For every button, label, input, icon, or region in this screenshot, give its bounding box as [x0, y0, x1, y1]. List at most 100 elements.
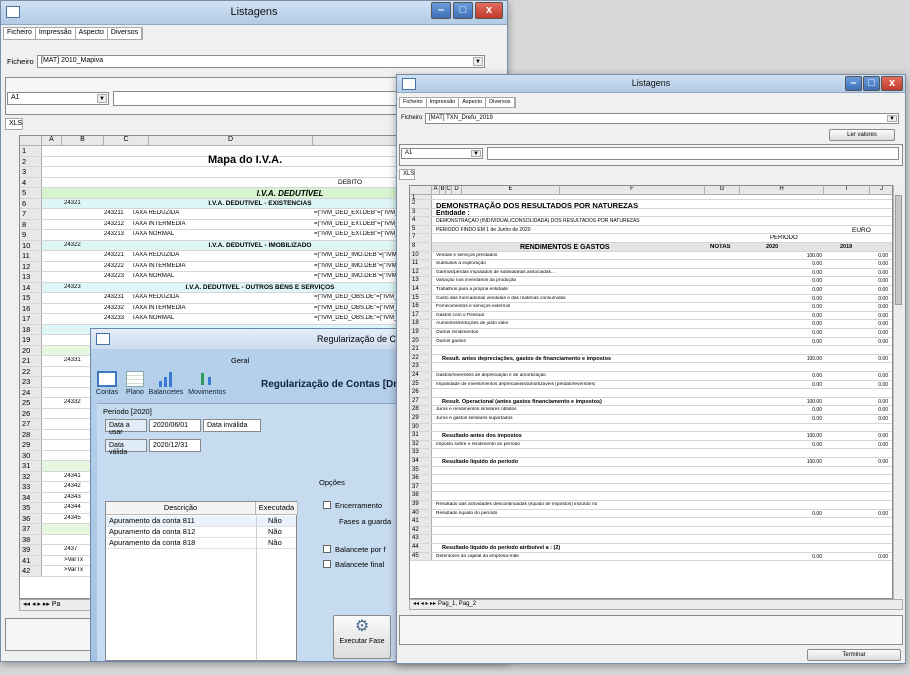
- row-number[interactable]: 18: [20, 324, 42, 334]
- row-number[interactable]: 35: [410, 466, 432, 475]
- row-number[interactable]: 39: [410, 501, 432, 509]
- chevron-down-icon[interactable]: ▼: [471, 150, 481, 157]
- chevron-down-icon[interactable]: ▼: [473, 57, 483, 66]
- column-header[interactable]: F: [560, 186, 705, 195]
- executar-fase-button[interactable]: ⚙ Executar Fase: [333, 615, 391, 659]
- icon-button-balancetes[interactable]: Balancetes: [147, 371, 185, 396]
- balancete-por-checkbox[interactable]: [323, 545, 331, 553]
- sheet-row[interactable]: 41: [410, 518, 892, 527]
- row-number[interactable]: 38: [20, 534, 42, 544]
- sheet-row[interactable]: 3 Entidade :: [410, 208, 892, 218]
- terminar-button[interactable]: Terminar: [807, 649, 901, 661]
- sheet-row[interactable]: 17 Gastos com o Pessoal 0.00 0.00: [410, 311, 892, 321]
- column-header[interactable]: A: [432, 186, 440, 195]
- xls-tab[interactable]: XLS: [399, 169, 415, 180]
- column-header[interactable]: D: [149, 136, 313, 146]
- row-number[interactable]: 32: [410, 440, 432, 449]
- sheet-row[interactable]: 8 RENDIMENTOS E GASTOS NOTAS 2020 2019: [410, 243, 892, 252]
- sheet-row[interactable]: 37: [410, 483, 892, 493]
- row-number[interactable]: 15: [20, 293, 42, 303]
- close-button[interactable]: x: [881, 76, 903, 91]
- row-number[interactable]: 5: [410, 225, 432, 234]
- row-number[interactable]: 28: [20, 429, 42, 439]
- sheet-tabs[interactable]: Pag_1, Pag_2: [438, 601, 476, 607]
- sheet-row[interactable]: 38: [410, 492, 892, 501]
- column-header[interactable]: C: [104, 136, 149, 146]
- table-row[interactable]: Apuramento da conta 812 Não: [106, 527, 296, 538]
- row-number[interactable]: 41: [410, 518, 432, 526]
- menu-diversos[interactable]: Diversos: [486, 98, 515, 107]
- row-number[interactable]: 2: [410, 200, 432, 208]
- row-number[interactable]: 12: [20, 261, 42, 271]
- vertical-scrollbar[interactable]: [893, 185, 903, 599]
- sheet-row[interactable]: 11 Subsídios à exploração 0.00 0.00: [410, 260, 892, 269]
- row-number[interactable]: 17: [410, 311, 432, 320]
- xls-tab[interactable]: XLS: [5, 118, 23, 130]
- sheet-nav-arrows[interactable]: ◂◂ ◂ ▸ ▸▸: [410, 601, 436, 607]
- row-number[interactable]: 26: [20, 408, 42, 418]
- row-number[interactable]: 3: [410, 208, 432, 217]
- sheet-row[interactable]: 26: [410, 389, 892, 398]
- row-number[interactable]: 5: [20, 188, 42, 198]
- icon-button-plano[interactable]: Plano: [123, 371, 147, 396]
- row-number[interactable]: 2: [20, 156, 42, 166]
- row-number[interactable]: 1: [410, 195, 432, 201]
- row-number[interactable]: 18: [410, 320, 432, 328]
- column-header[interactable]: I: [824, 186, 870, 195]
- row-number[interactable]: 31: [410, 432, 432, 440]
- sheet-row[interactable]: 13 Variação nos inventários da produção 0.…: [410, 277, 892, 286]
- sheet-row[interactable]: 21: [410, 346, 892, 355]
- row-number[interactable]: 1: [20, 146, 42, 156]
- sheet-row[interactable]: 19 Outros rendimentos 0.00 0.00: [410, 329, 892, 338]
- row-number[interactable]: 32: [20, 471, 42, 481]
- row-number[interactable]: 16: [410, 303, 432, 311]
- sheet-row[interactable]: 39 Resultado das actividades descontinuad…: [410, 501, 892, 510]
- column-header[interactable]: J: [870, 186, 892, 195]
- column-header[interactable]: G: [705, 186, 740, 195]
- sheet-row[interactable]: 23: [410, 363, 892, 372]
- sheet-row[interactable]: 12 Ganhos/perdas imputados de subsidiária…: [410, 268, 892, 278]
- row-number[interactable]: 44: [410, 544, 432, 552]
- sheet-row[interactable]: 35: [410, 466, 892, 476]
- row-number[interactable]: 24: [410, 372, 432, 380]
- row-number[interactable]: 3: [20, 167, 42, 177]
- file-select[interactable]: [MAT] 2010_Mapiva ▼: [37, 55, 485, 68]
- row-number[interactable]: 27: [20, 419, 42, 429]
- sheet-row[interactable]: 2 DEMONSTRAÇÃO DOS RESULTADOS POR NATUREZ…: [410, 200, 892, 210]
- row-number[interactable]: 16: [20, 303, 42, 313]
- row-number[interactable]: 28: [410, 406, 432, 414]
- sheet-row[interactable]: 44 Resultado líquido do período atribuíve…: [410, 544, 892, 553]
- row-number[interactable]: 10: [20, 240, 42, 250]
- sheet-row[interactable]: 33: [410, 449, 892, 458]
- column-header[interactable]: B: [62, 136, 104, 146]
- row-number[interactable]: 24: [20, 387, 42, 397]
- row-number[interactable]: 29: [20, 440, 42, 450]
- row-number[interactable]: 4: [410, 217, 432, 225]
- row-number[interactable]: 37: [410, 483, 432, 492]
- row-number[interactable]: 9: [20, 230, 42, 240]
- table-row[interactable]: Apuramento da conta 818 Não: [106, 538, 296, 549]
- sheet-row[interactable]: 36: [410, 475, 892, 484]
- row-number[interactable]: 14: [410, 286, 432, 294]
- row-number[interactable]: 11: [410, 260, 432, 268]
- row-number[interactable]: 14: [20, 282, 42, 292]
- row-number[interactable]: 39: [20, 545, 42, 555]
- row-number[interactable]: 7: [20, 209, 42, 219]
- minimize-button[interactable]: –: [431, 2, 451, 19]
- row-number[interactable]: 13: [20, 272, 42, 282]
- row-number[interactable]: 25: [410, 380, 432, 389]
- sheet-row[interactable]: 42: [410, 526, 892, 536]
- sheet-row[interactable]: 14 Trabalhos para a própria entidade 0.00 0…: [410, 286, 892, 295]
- row-number[interactable]: 20: [20, 345, 42, 355]
- sheet-row[interactable]: 29 Juros e gastos similares suportados 0.0…: [410, 415, 892, 424]
- chevron-down-icon[interactable]: ▼: [97, 94, 107, 103]
- sheet-row[interactable]: 28 Juros e rendimentos similares obtidos 0…: [410, 406, 892, 415]
- icon-button-contas[interactable]: Contas: [93, 371, 121, 396]
- row-number[interactable]: 31: [20, 461, 42, 471]
- row-number[interactable]: 45: [410, 552, 432, 561]
- balancete-final-checkbox[interactable]: [323, 560, 331, 568]
- row-number[interactable]: 21: [410, 346, 432, 354]
- sheet-row[interactable]: 27 Result. Operacional (antes gastos fina…: [410, 397, 892, 407]
- sheet-row[interactable]: 30: [410, 423, 892, 433]
- row-number[interactable]: 35: [20, 503, 42, 513]
